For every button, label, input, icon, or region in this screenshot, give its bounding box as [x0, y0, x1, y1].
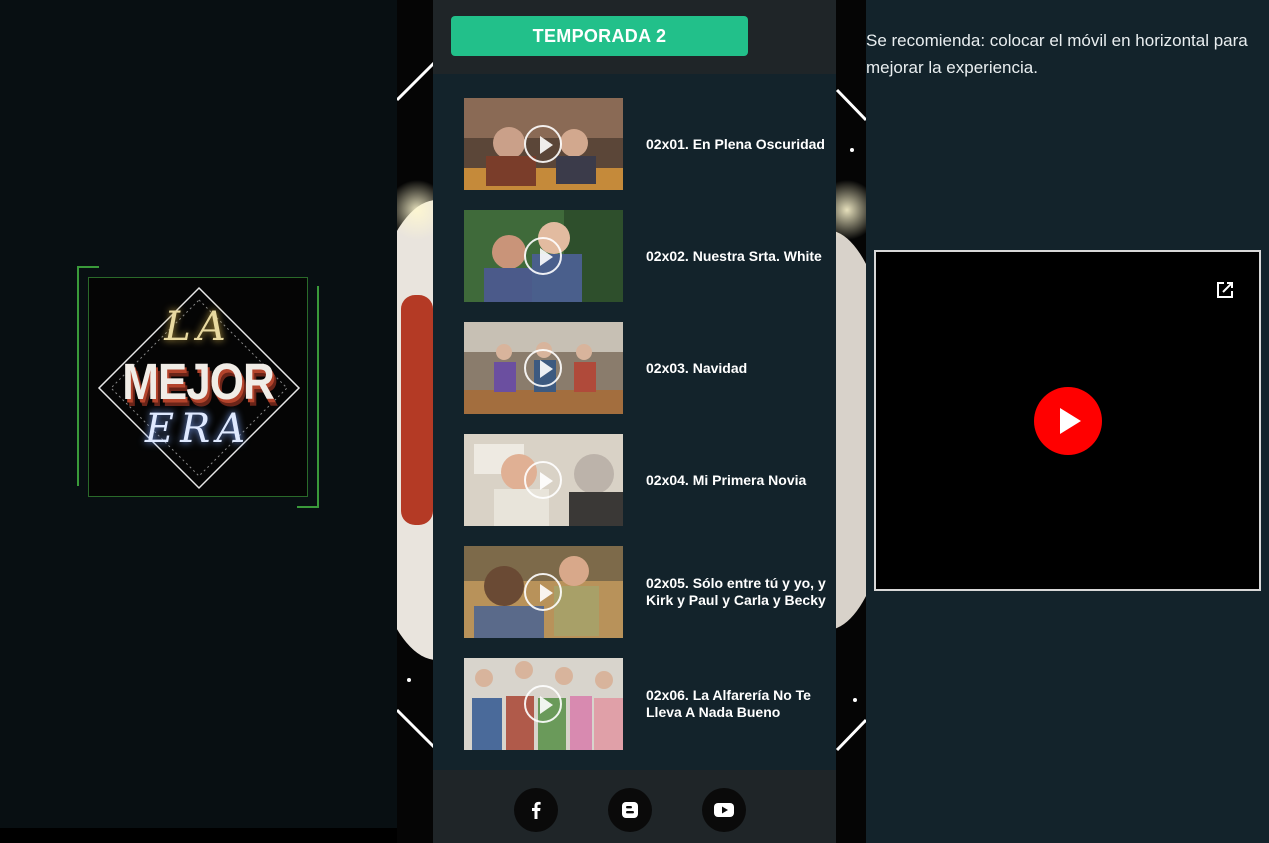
youtube-player[interactable] — [874, 250, 1261, 591]
youtube-link[interactable] — [702, 788, 746, 832]
social-footer — [433, 770, 836, 843]
episode-thumbnail[interactable] — [464, 546, 623, 638]
left-panel: LA MEJOR ERA — [0, 0, 397, 828]
season-header: TEMPORADA 2 — [433, 0, 836, 74]
episode-thumbnail[interactable] — [464, 210, 623, 302]
episode-title[interactable]: 02x06. La Alfarería No Te Lleva A Nada B… — [646, 658, 831, 750]
facebook-link[interactable] — [514, 788, 558, 832]
youtube-play-button[interactable] — [1034, 387, 1102, 455]
video-panel: Se recomienda: colocar el móvil en horiz… — [866, 0, 1269, 843]
facebook-icon — [532, 801, 541, 819]
episode-title[interactable]: 02x01. En Plena Oscuridad — [646, 98, 831, 190]
play-icon — [524, 685, 562, 723]
episode-item[interactable]: 02x01. En Plena Oscuridad — [433, 98, 836, 192]
season-button[interactable]: TEMPORADA 2 — [451, 16, 748, 56]
logo-line-main: MEJOR — [122, 354, 274, 411]
episode-thumbnail[interactable] — [464, 322, 623, 414]
youtube-icon — [714, 803, 734, 817]
blogger-link[interactable] — [608, 788, 652, 832]
show-logo: LA MEJOR ERA — [77, 266, 319, 508]
episode-item[interactable]: 02x02. Nuestra Srta. White — [433, 210, 836, 304]
episode-item[interactable]: 02x06. La Alfarería No Te Lleva A Nada B… — [433, 658, 836, 752]
play-icon — [524, 237, 562, 275]
open-external-icon[interactable] — [1213, 278, 1237, 302]
logo-box: LA MEJOR ERA — [88, 277, 308, 497]
orientation-recommendation: Se recomienda: colocar el móvil en horiz… — [866, 31, 1248, 77]
episode-thumbnail[interactable] — [464, 658, 623, 750]
episode-thumbnail[interactable] — [464, 98, 623, 190]
logo-line-top: LA — [164, 304, 232, 350]
episode-title[interactable]: 02x05. Sólo entre tú y yo, y Kirk y Paul… — [646, 546, 831, 638]
episode-item[interactable]: 02x04. Mi Primera Novia — [433, 434, 836, 528]
episode-title[interactable]: 02x03. Navidad — [646, 322, 831, 414]
logo-line-bottom: ERA — [144, 406, 252, 452]
episode-thumbnail[interactable] — [464, 434, 623, 526]
episode-panel: TEMPORADA 2 02x01. En Plena Oscuridad 02… — [433, 0, 836, 843]
play-icon — [524, 461, 562, 499]
episode-title[interactable]: 02x02. Nuestra Srta. White — [646, 210, 831, 302]
blogger-icon — [622, 802, 638, 818]
play-icon — [524, 125, 562, 163]
play-icon — [524, 349, 562, 387]
episode-item[interactable]: 02x05. Sólo entre tú y yo, y Kirk y Paul… — [433, 546, 836, 640]
episode-title[interactable]: 02x04. Mi Primera Novia — [646, 434, 831, 526]
episode-item[interactable]: 02x03. Navidad — [433, 322, 836, 416]
play-icon — [524, 573, 562, 611]
